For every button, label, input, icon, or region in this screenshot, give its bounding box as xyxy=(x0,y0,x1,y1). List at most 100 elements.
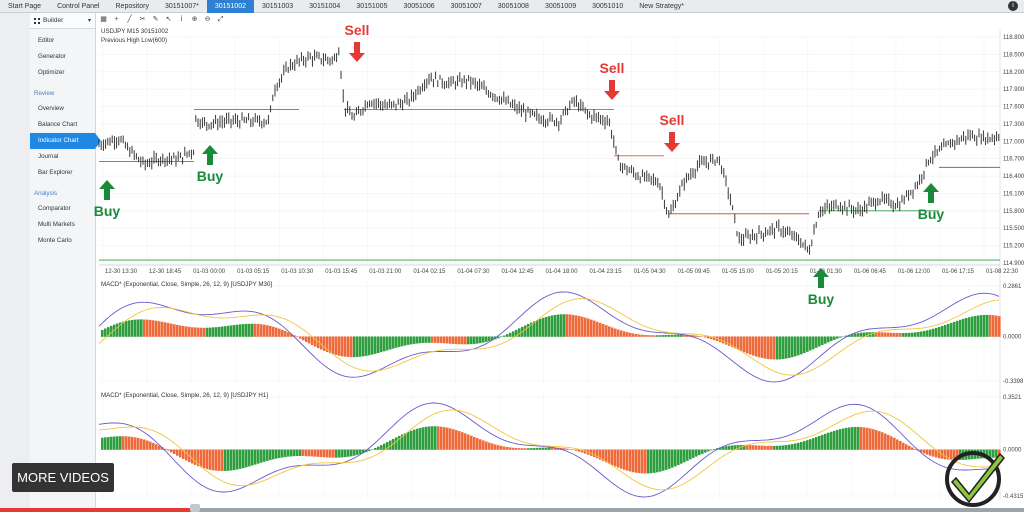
macd-histogram-bar xyxy=(542,317,545,337)
macd-histogram-bar xyxy=(116,323,119,337)
macd-histogram-bar xyxy=(752,445,755,450)
macd-histogram-bar xyxy=(290,449,293,457)
macd-histogram-bar xyxy=(383,336,386,352)
macd-histogram-bar xyxy=(251,449,254,466)
macd-histogram-bar xyxy=(845,427,848,450)
macd-histogram-bar xyxy=(527,323,530,337)
macd-histogram-bar xyxy=(833,430,836,450)
macd-histogram-bar xyxy=(776,445,779,450)
macd-histogram-bar xyxy=(551,315,554,337)
macd-histogram-bar xyxy=(170,449,173,453)
price-tick: 115.200 xyxy=(1003,244,1024,250)
macd-histogram-bar xyxy=(212,449,215,471)
macd-histogram-bar xyxy=(743,336,746,353)
macd-histogram-bar xyxy=(470,336,473,345)
macd-histogram-bar xyxy=(404,336,407,346)
macd-histogram-bar xyxy=(656,449,659,473)
macd-histogram-bar xyxy=(320,336,323,350)
macd-histogram-bar xyxy=(650,335,653,337)
price-tick: 118.800 xyxy=(1003,35,1024,41)
macd-histogram-bar xyxy=(956,320,959,337)
video-progress-bar[interactable] xyxy=(0,508,1024,512)
macd-histogram-bar xyxy=(668,334,671,337)
macd-histogram-bar xyxy=(854,333,857,337)
macd-histogram-bar xyxy=(386,336,389,351)
macd-histogram-bar xyxy=(800,441,803,450)
macd-histogram-bar xyxy=(827,336,830,343)
macd-histogram-bar xyxy=(221,326,224,337)
macd-histogram-bar xyxy=(545,447,548,450)
macd-histogram-bar xyxy=(101,330,104,337)
macd-histogram-bar xyxy=(929,449,932,456)
macd-histogram-bar xyxy=(389,336,392,350)
macd-histogram-bar xyxy=(344,449,347,458)
macd-histogram-bar xyxy=(254,323,257,337)
time-tick: 12-30 18:45 xyxy=(149,269,182,275)
macd-histogram-bar xyxy=(566,448,569,450)
macd-histogram-bar xyxy=(830,336,833,342)
macd-histogram-bar xyxy=(647,335,650,337)
macd-histogram-bar xyxy=(815,336,818,348)
macd-histogram-bar xyxy=(902,333,905,337)
macd-histogram-bar xyxy=(839,429,842,450)
macd-histogram-bar xyxy=(632,449,635,473)
time-tick: 01-05 15:00 xyxy=(722,269,755,275)
macd-histogram-bar xyxy=(893,332,896,337)
macd-histogram-bar xyxy=(458,336,461,345)
buy-label: Buy xyxy=(808,291,835,307)
macd-histogram-bar xyxy=(428,426,431,450)
macd-histogram-bar xyxy=(818,435,821,450)
macd-histogram-bar xyxy=(224,449,227,472)
macd-histogram-bar xyxy=(434,426,437,450)
macd-histogram-bar xyxy=(896,333,899,337)
macd-histogram-bar xyxy=(347,336,350,358)
macd-histogram-bar xyxy=(569,314,572,337)
macd-histogram-bar xyxy=(764,336,767,359)
macd-histogram-bar xyxy=(377,336,380,353)
macd-histogram-bar xyxy=(932,328,935,337)
macd-histogram-bar xyxy=(215,327,218,337)
macd-histogram-bar xyxy=(176,324,179,337)
macd-histogram-bar xyxy=(488,442,491,450)
macd-histogram-bar xyxy=(296,336,299,338)
progress-handle[interactable] xyxy=(189,504,200,512)
buy-label: Buy xyxy=(197,168,224,184)
down-arrow-icon xyxy=(349,42,365,62)
price-tick: 116.400 xyxy=(1003,174,1024,180)
price-tick: 118.200 xyxy=(1003,70,1024,76)
macd-histogram-bar xyxy=(776,336,779,360)
macd-histogram-bar xyxy=(698,336,701,337)
macd-histogram-bar xyxy=(938,326,941,337)
macd-histogram-bar xyxy=(797,336,800,356)
macd-histogram-bar xyxy=(803,441,806,450)
macd-histogram-bar xyxy=(611,327,614,337)
macd-histogram-bar xyxy=(239,449,242,469)
macd-histogram-bar xyxy=(767,445,770,450)
macd-histogram-bar xyxy=(443,336,446,344)
macd-histogram-bar xyxy=(905,444,908,450)
macd-histogram-bar xyxy=(374,336,377,354)
macd-histogram-bar xyxy=(314,449,317,457)
macd-histogram-bar xyxy=(686,449,689,461)
macd-histogram-bar xyxy=(278,328,281,337)
macd-histogram-bar xyxy=(422,427,425,450)
macd-histogram-bar xyxy=(251,323,254,337)
macd-histogram-bar xyxy=(704,336,707,338)
macd-histogram-bar xyxy=(407,336,410,345)
macd-histogram-bar xyxy=(701,449,704,454)
macd-histogram-bar xyxy=(323,449,326,458)
more-videos-button[interactable]: MORE VIDEOS xyxy=(12,463,114,492)
macd-histogram-bar xyxy=(410,430,413,450)
macd-histogram-bar xyxy=(800,336,803,355)
macd-histogram-bar xyxy=(653,449,656,473)
macd-histogram-bar xyxy=(764,445,767,450)
chart-area[interactable]: 118.800 118.500 118.200 117.900 117.600 117.3… xyxy=(0,0,1024,512)
macd-histogram-bar xyxy=(341,336,344,357)
macd-histogram-bar xyxy=(407,431,410,450)
macd-histogram-bar xyxy=(731,445,734,450)
macd-histogram-bar xyxy=(644,449,647,474)
down-arrow-icon xyxy=(664,132,680,152)
macd-histogram-bar xyxy=(188,326,191,337)
macd-histogram-bar xyxy=(263,449,266,462)
macd-histogram-bar xyxy=(683,449,686,463)
